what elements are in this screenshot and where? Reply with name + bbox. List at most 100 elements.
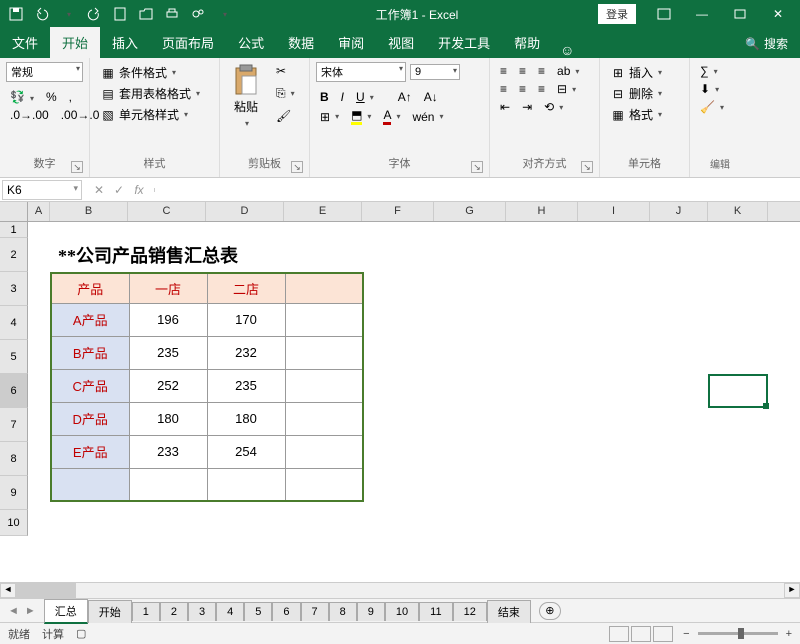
- zoom-slider[interactable]: [698, 632, 778, 635]
- merge-icon[interactable]: ⊟: [553, 80, 580, 98]
- table-header[interactable]: 一店: [129, 273, 207, 303]
- col-header-G[interactable]: G: [434, 202, 506, 221]
- row-header-9[interactable]: 9: [0, 476, 28, 510]
- open-icon[interactable]: [134, 3, 158, 25]
- table-cell[interactable]: [285, 303, 363, 336]
- fill-icon[interactable]: ⬇: [696, 80, 744, 98]
- col-header-C[interactable]: C: [128, 202, 206, 221]
- name-box[interactable]: K6: [2, 180, 82, 200]
- macro-record-icon[interactable]: ▢: [76, 627, 86, 640]
- table-cell[interactable]: [207, 468, 285, 501]
- clipboard-launcher-icon[interactable]: ↘: [291, 161, 303, 173]
- sheet-tab-11[interactable]: 11: [419, 602, 452, 621]
- font-name-select[interactable]: 宋体: [316, 62, 406, 82]
- number-launcher-icon[interactable]: ↘: [71, 161, 83, 173]
- formula-bar[interactable]: [154, 188, 800, 192]
- enter-formula-icon[interactable]: ✓: [110, 183, 128, 197]
- table-header[interactable]: 二店: [207, 273, 285, 303]
- redo-icon[interactable]: [82, 3, 106, 25]
- page-break-view-icon[interactable]: [653, 626, 673, 642]
- tab-view[interactable]: 视图: [376, 27, 426, 58]
- row-header-10[interactable]: 10: [0, 510, 28, 536]
- underline-icon[interactable]: U: [352, 88, 378, 106]
- sheet-tab-12[interactable]: 12: [453, 602, 487, 621]
- scroll-right-icon[interactable]: ►: [784, 583, 800, 598]
- row-header-5[interactable]: 5: [0, 340, 28, 374]
- table-cell[interactable]: 170: [207, 303, 285, 336]
- col-header-B[interactable]: B: [50, 202, 128, 221]
- sheet-tab-3[interactable]: 3: [188, 602, 216, 621]
- save-icon[interactable]: [4, 3, 28, 25]
- fill-color-icon[interactable]: ⬒: [347, 106, 375, 127]
- select-all-corner[interactable]: [0, 202, 28, 221]
- cell-styles-button[interactable]: ▧单元格样式: [96, 104, 213, 125]
- ribbon-display-icon[interactable]: [646, 3, 682, 25]
- col-header-H[interactable]: H: [506, 202, 578, 221]
- minimize-icon[interactable]: —: [684, 3, 720, 25]
- increase-indent-icon[interactable]: ⇥: [518, 98, 536, 116]
- table-cell[interactable]: 233: [129, 435, 207, 468]
- col-header-J[interactable]: J: [650, 202, 708, 221]
- table-cell[interactable]: 196: [129, 303, 207, 336]
- page-layout-view-icon[interactable]: [631, 626, 651, 642]
- tab-home[interactable]: 开始: [50, 27, 100, 58]
- comma-icon[interactable]: ,: [65, 88, 76, 106]
- table-cell[interactable]: [129, 468, 207, 501]
- col-header-I[interactable]: I: [578, 202, 650, 221]
- sheet-tab-2[interactable]: 2: [160, 602, 188, 621]
- table-cell[interactable]: [51, 468, 129, 501]
- align-center-icon[interactable]: ≡: [515, 80, 530, 98]
- increase-font-icon[interactable]: A↑: [394, 88, 416, 106]
- table-header[interactable]: [285, 273, 363, 303]
- sheet-tab-9[interactable]: 9: [357, 602, 385, 621]
- table-cell[interactable]: [285, 369, 363, 402]
- align-bottom-icon[interactable]: ≡: [534, 62, 549, 80]
- clear-icon[interactable]: 🧹: [696, 98, 744, 116]
- format-as-table-button[interactable]: ▤套用表格格式: [96, 83, 213, 104]
- decrease-indent-icon[interactable]: ⇤: [496, 98, 514, 116]
- undo-dropdown-icon[interactable]: [56, 3, 80, 25]
- format-painter-icon[interactable]: 🖌: [272, 107, 299, 125]
- copy-icon[interactable]: ⎘: [272, 84, 299, 103]
- insert-cells-button[interactable]: ⊞插入: [606, 62, 683, 83]
- tab-insert[interactable]: 插入: [100, 27, 150, 58]
- table-cell[interactable]: [285, 336, 363, 369]
- sheet-tab-6[interactable]: 6: [272, 602, 300, 621]
- qat-customize-icon[interactable]: [212, 3, 236, 25]
- tab-review[interactable]: 审阅: [326, 27, 376, 58]
- row-header-2[interactable]: 2: [0, 238, 28, 272]
- new-sheet-button[interactable]: ⊕: [539, 602, 561, 620]
- table-cell[interactable]: A产品: [51, 303, 129, 336]
- row-header-8[interactable]: 8: [0, 442, 28, 476]
- sheet-tab-4[interactable]: 4: [216, 602, 244, 621]
- table-cell[interactable]: 235: [207, 369, 285, 402]
- col-header-F[interactable]: F: [362, 202, 434, 221]
- table-cell[interactable]: E产品: [51, 435, 129, 468]
- tab-developer[interactable]: 开发工具: [426, 27, 502, 58]
- conditional-formatting-button[interactable]: ▦条件格式: [96, 62, 213, 83]
- border-icon[interactable]: ⊞: [316, 108, 343, 126]
- orientation-icon[interactable]: ⟲: [540, 98, 567, 116]
- fx-icon[interactable]: fx: [130, 183, 148, 197]
- sheet-tab-end[interactable]: 结束: [487, 600, 531, 623]
- align-right-icon[interactable]: ≡: [534, 80, 549, 98]
- sheet-tab-8[interactable]: 8: [329, 602, 357, 621]
- undo-icon[interactable]: [30, 3, 54, 25]
- cut-icon[interactable]: ✂: [272, 62, 299, 80]
- currency-icon[interactable]: 💱: [6, 88, 38, 106]
- col-header-E[interactable]: E: [284, 202, 362, 221]
- table-cell[interactable]: 235: [129, 336, 207, 369]
- sheet-tab-7[interactable]: 7: [301, 602, 329, 621]
- zoom-in-icon[interactable]: +: [786, 628, 792, 640]
- delete-cells-button[interactable]: ⊟删除: [606, 83, 683, 104]
- table-cell[interactable]: [285, 435, 363, 468]
- normal-view-icon[interactable]: [609, 626, 629, 642]
- table-cell[interactable]: 252: [129, 369, 207, 402]
- sheet-nav-prev-icon[interactable]: ◄: [6, 605, 21, 617]
- font-launcher-icon[interactable]: ↘: [471, 161, 483, 173]
- sheet-tab-5[interactable]: 5: [244, 602, 272, 621]
- number-format-select[interactable]: 常规: [6, 62, 83, 82]
- scroll-left-icon[interactable]: ◄: [0, 583, 16, 598]
- tab-formulas[interactable]: 公式: [226, 27, 276, 58]
- zoom-out-icon[interactable]: −: [683, 628, 689, 640]
